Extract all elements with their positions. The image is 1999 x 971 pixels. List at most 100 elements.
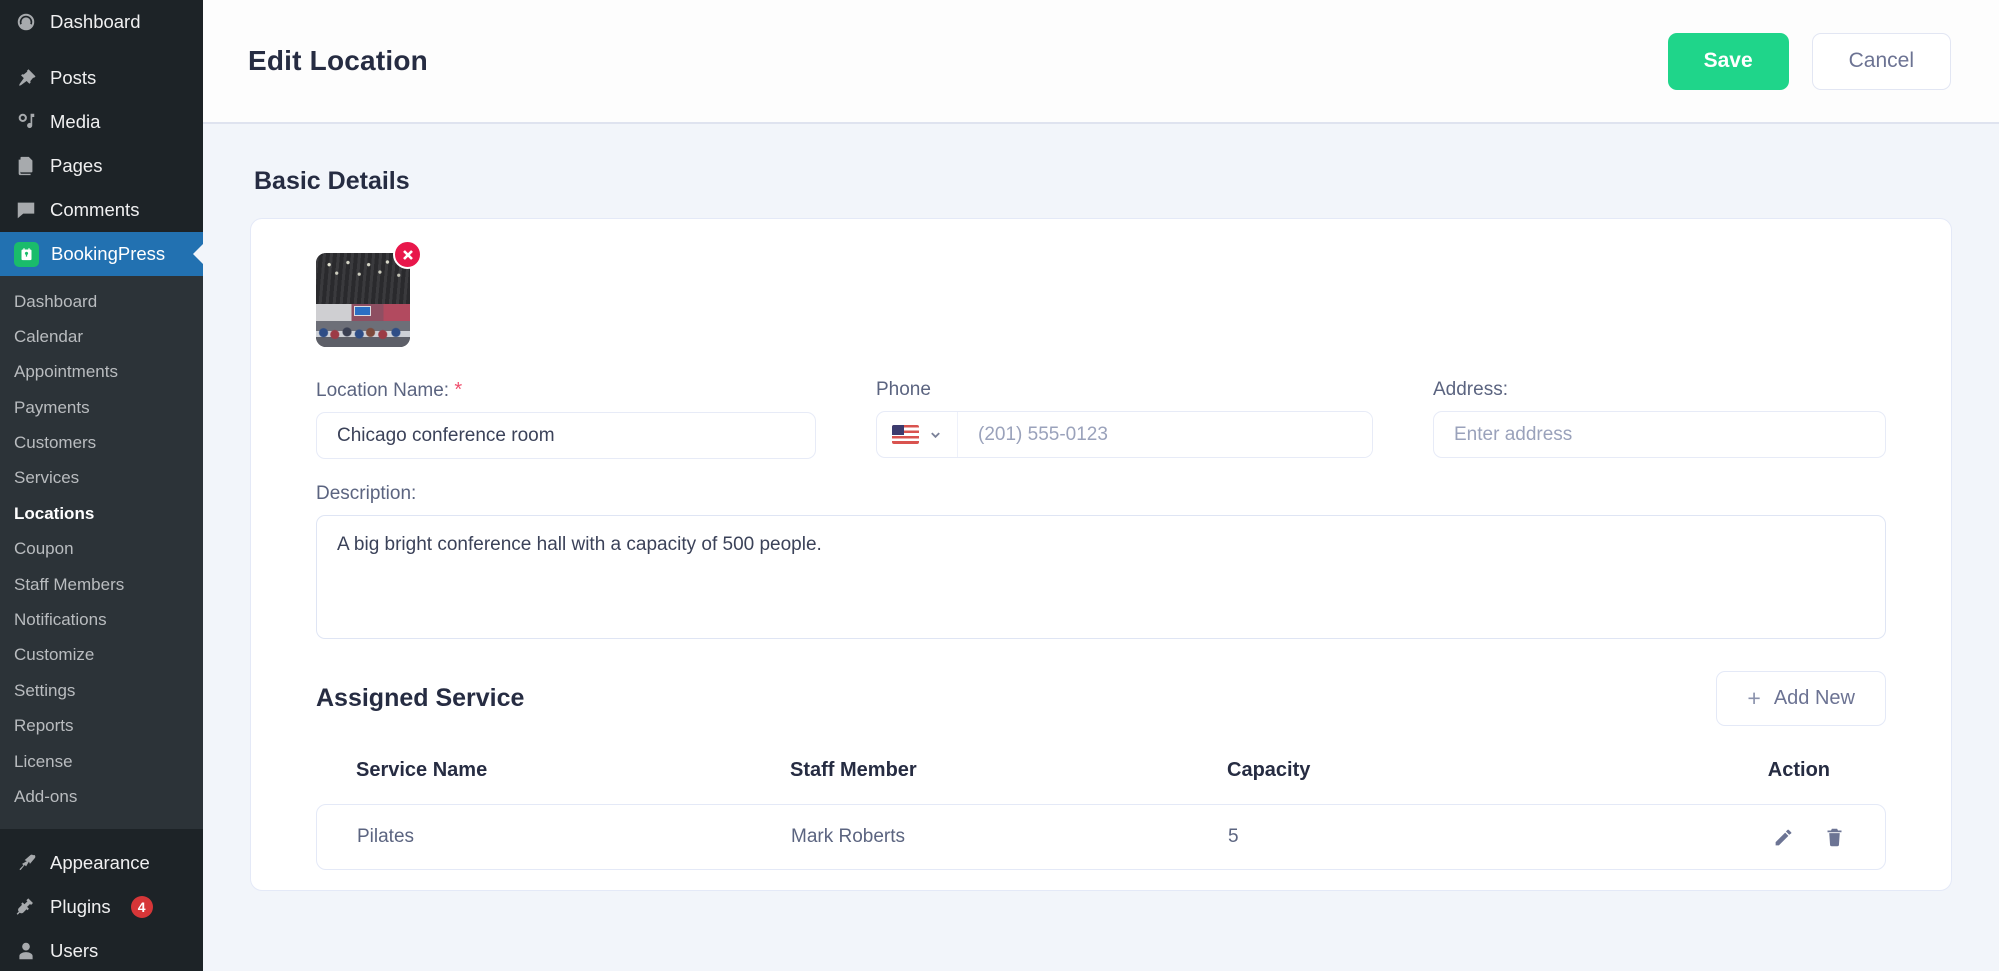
active-arrow-icon — [193, 243, 203, 265]
assigned-service-heading: Assigned Service — [316, 684, 525, 712]
sidebar-item-dashboard[interactable]: Dashboard — [0, 0, 203, 44]
cell-actions — [1715, 827, 1845, 848]
remove-image-button[interactable] — [393, 240, 422, 269]
table-row: Pilates Mark Roberts 5 — [316, 804, 1886, 870]
assigned-service-header: Assigned Service + Add New — [316, 671, 1886, 726]
sidebar-item-label: Posts — [50, 67, 97, 88]
description-label: Description: — [316, 483, 417, 504]
location-name-field: Location Name: * — [316, 379, 816, 459]
location-name-input[interactable] — [316, 412, 816, 459]
sidebar-item-appearance[interactable]: Appearance — [0, 841, 203, 885]
submenu-item-coupon[interactable]: Coupon — [0, 532, 203, 567]
submenu-item-appointments[interactable]: Appointments — [0, 355, 203, 390]
trash-icon[interactable] — [1824, 827, 1845, 848]
main-panel: Edit Location Save Cancel Basic Details — [203, 0, 1999, 971]
phone-field: Phone — [876, 379, 1373, 459]
column-header-service-name: Service Name — [356, 758, 488, 781]
sidebar-item-label: BookingPress — [51, 243, 166, 264]
sidebar-divider-bottom — [0, 829, 203, 841]
location-name-label-text: Location Name: — [316, 380, 450, 401]
location-image[interactable] — [316, 253, 410, 347]
wp-admin-sidebar: Dashboard Posts Media Pages Comments Boo… — [0, 0, 203, 971]
column-header-action: Action — [1767, 758, 1830, 781]
user-icon — [14, 939, 38, 963]
form-row-primary: Location Name: * Phone — [316, 379, 1886, 459]
bookingpress-submenu: Dashboard Calendar Appointments Payments… — [0, 276, 203, 829]
sidebar-item-pages[interactable]: Pages — [0, 144, 203, 188]
column-header-staff-member: Staff Member — [790, 758, 917, 781]
comments-icon — [14, 198, 38, 222]
media-icon — [14, 110, 38, 134]
submenu-item-settings[interactable]: Settings — [0, 673, 203, 708]
add-new-button[interactable]: + Add New — [1716, 671, 1886, 726]
close-icon — [402, 249, 413, 260]
column-header-capacity: Capacity — [1227, 758, 1311, 781]
location-image-wrapper — [316, 240, 422, 347]
save-button[interactable]: Save — [1667, 32, 1789, 90]
sidebar-item-label: Pages — [50, 155, 103, 176]
plugins-update-badge: 4 — [130, 895, 153, 918]
submenu-item-reports[interactable]: Reports — [0, 709, 203, 744]
table-header-row: Service Name Staff Member Capacity Actio… — [316, 750, 1886, 790]
address-field: Address: — [1433, 379, 1886, 459]
basic-details-heading: Basic Details — [254, 167, 410, 195]
pages-icon — [14, 154, 38, 178]
submenu-item-staff-members[interactable]: Staff Members — [0, 567, 203, 602]
assigned-service-table: Service Name Staff Member Capacity Actio… — [316, 750, 1886, 870]
sidebar-item-comments[interactable]: Comments — [0, 188, 203, 232]
pin-icon — [14, 66, 38, 90]
submenu-item-payments[interactable]: Payments — [0, 390, 203, 425]
us-flag-icon — [892, 425, 919, 444]
description-textarea[interactable] — [316, 515, 1886, 639]
page-header: Edit Location Save Cancel — [203, 0, 1999, 124]
sidebar-item-label: Appearance — [50, 851, 150, 873]
page-title: Edit Location — [248, 45, 428, 76]
page-content: Basic Details Location Name: * Chicago c… — [203, 124, 1999, 971]
pencil-icon[interactable] — [1773, 827, 1794, 848]
brush-icon — [14, 851, 38, 875]
address-input[interactable] — [1433, 411, 1886, 458]
submenu-item-calendar[interactable]: Calendar — [0, 319, 203, 354]
chevron-down-icon — [929, 428, 942, 441]
cell-capacity: 5 — [1228, 826, 1239, 847]
submenu-item-dashboard[interactable]: Dashboard — [0, 284, 203, 319]
sidebar-item-label: Users — [50, 939, 99, 961]
submenu-item-add-ons[interactable]: Add-ons — [0, 779, 203, 814]
plug-icon — [14, 895, 38, 919]
sidebar-item-bookingpress[interactable]: BookingPress — [0, 232, 203, 276]
submenu-item-notifications[interactable]: Notifications — [0, 603, 203, 638]
submenu-item-locations[interactable]: Locations — [0, 496, 203, 531]
app-root: Dashboard Posts Media Pages Comments Boo… — [0, 0, 1999, 971]
submenu-item-customize[interactable]: Customize — [0, 638, 203, 673]
sidebar-divider — [0, 44, 203, 56]
country-code-selector[interactable] — [877, 412, 958, 457]
add-new-label: Add New — [1773, 687, 1855, 709]
image-screen-layer — [353, 305, 372, 316]
submenu-item-customers[interactable]: Customers — [0, 426, 203, 461]
phone-number-input[interactable] — [958, 412, 1372, 457]
sidebar-item-label: Dashboard — [50, 11, 141, 32]
description-field: Description: — [316, 483, 1886, 639]
sidebar-item-label: Plugins — [50, 895, 111, 917]
basic-details-card: Location Name: * Phone — [250, 218, 1952, 891]
sidebar-item-users[interactable]: Users — [0, 929, 203, 971]
header-actions: Save Cancel — [1667, 32, 1951, 90]
image-crowd-layer — [316, 320, 410, 347]
submenu-item-license[interactable]: License — [0, 744, 203, 779]
address-label: Address: — [1433, 379, 1508, 400]
phone-label: Phone — [876, 379, 931, 400]
cell-service-name: Pilates — [357, 826, 415, 847]
bookingpress-icon — [14, 241, 39, 267]
phone-input-group — [876, 411, 1373, 458]
cell-staff-member: Mark Roberts — [791, 826, 906, 847]
cancel-button[interactable]: Cancel — [1811, 32, 1951, 90]
plus-icon: + — [1747, 685, 1761, 711]
location-name-label: Location Name: * — [316, 379, 816, 402]
sidebar-item-plugins[interactable]: Plugins 4 — [0, 885, 203, 929]
dashboard-icon — [14, 10, 38, 34]
submenu-item-services[interactable]: Services — [0, 461, 203, 496]
required-asterisk: * — [454, 379, 463, 401]
sidebar-item-media[interactable]: Media — [0, 100, 203, 144]
sidebar-item-posts[interactable]: Posts — [0, 56, 203, 100]
sidebar-item-label: Media — [50, 111, 101, 132]
